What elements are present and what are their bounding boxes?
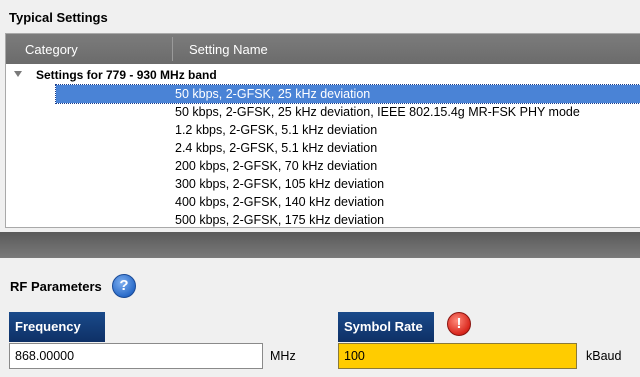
frequency-label: Frequency: [9, 312, 105, 342]
typical-settings-tree[interactable]: Category Setting Name Settings for 779 -…: [5, 33, 640, 228]
setting-label: 500 kbps, 2-GFSK, 175 kHz deviation: [175, 213, 385, 227]
column-divider[interactable]: [172, 37, 173, 61]
setting-label: 2.4 kbps, 2-GFSK, 5.1 kHz deviation: [175, 141, 378, 155]
typical-settings-title: Typical Settings: [9, 10, 108, 25]
setting-item[interactable]: 50 kbps, 2-GFSK, 25 kHz deviation, IEEE …: [56, 103, 640, 121]
exclamation-icon[interactable]: !: [447, 312, 471, 336]
setting-label: 50 kbps, 2-GFSK, 25 kHz deviation: [175, 87, 371, 101]
expand-collapse-icon[interactable]: [14, 71, 22, 77]
setting-item[interactable]: 500 kbps, 2-GFSK, 175 kHz deviation: [56, 211, 640, 227]
setting-label: 1.2 kbps, 2-GFSK, 5.1 kHz deviation: [175, 123, 378, 137]
tree-header: Category Setting Name: [6, 34, 640, 64]
symbol-rate-input[interactable]: 100: [338, 343, 577, 369]
question-mark-icon[interactable]: ?: [112, 274, 136, 298]
column-header-category[interactable]: Category: [25, 42, 78, 57]
setting-item[interactable]: 2.4 kbps, 2-GFSK, 5.1 kHz deviation: [56, 139, 640, 157]
column-header-setting-name[interactable]: Setting Name: [189, 42, 268, 57]
setting-label: 50 kbps, 2-GFSK, 25 kHz deviation, IEEE …: [175, 105, 580, 119]
tree-group-row[interactable]: Settings for 779 - 930 MHz band: [6, 66, 640, 84]
frequency-unit: MHz: [270, 349, 296, 363]
group-label: Settings for 779 - 930 MHz band: [36, 68, 217, 82]
rf-parameters-title: RF Parameters: [10, 279, 102, 294]
setting-item[interactable]: 300 kbps, 2-GFSK, 105 kHz deviation: [56, 175, 640, 193]
setting-item[interactable]: 200 kbps, 2-GFSK, 70 kHz deviation: [56, 157, 640, 175]
setting-item[interactable]: 400 kbps, 2-GFSK, 140 kHz deviation: [56, 193, 640, 211]
setting-item-selected[interactable]: 50 kbps, 2-GFSK, 25 kHz deviation: [55, 84, 640, 104]
symbol-rate-label: Symbol Rate: [338, 312, 434, 342]
setting-item[interactable]: 1.2 kbps, 2-GFSK, 5.1 kHz deviation: [56, 121, 640, 139]
setting-label: 300 kbps, 2-GFSK, 105 kHz deviation: [175, 177, 385, 191]
setting-label: 400 kbps, 2-GFSK, 140 kHz deviation: [175, 195, 385, 209]
symbol-rate-unit: kBaud: [586, 349, 622, 363]
panel-splitter[interactable]: [0, 232, 640, 258]
frequency-input[interactable]: 868.00000: [9, 343, 263, 369]
setting-label: 200 kbps, 2-GFSK, 70 kHz deviation: [175, 159, 378, 173]
